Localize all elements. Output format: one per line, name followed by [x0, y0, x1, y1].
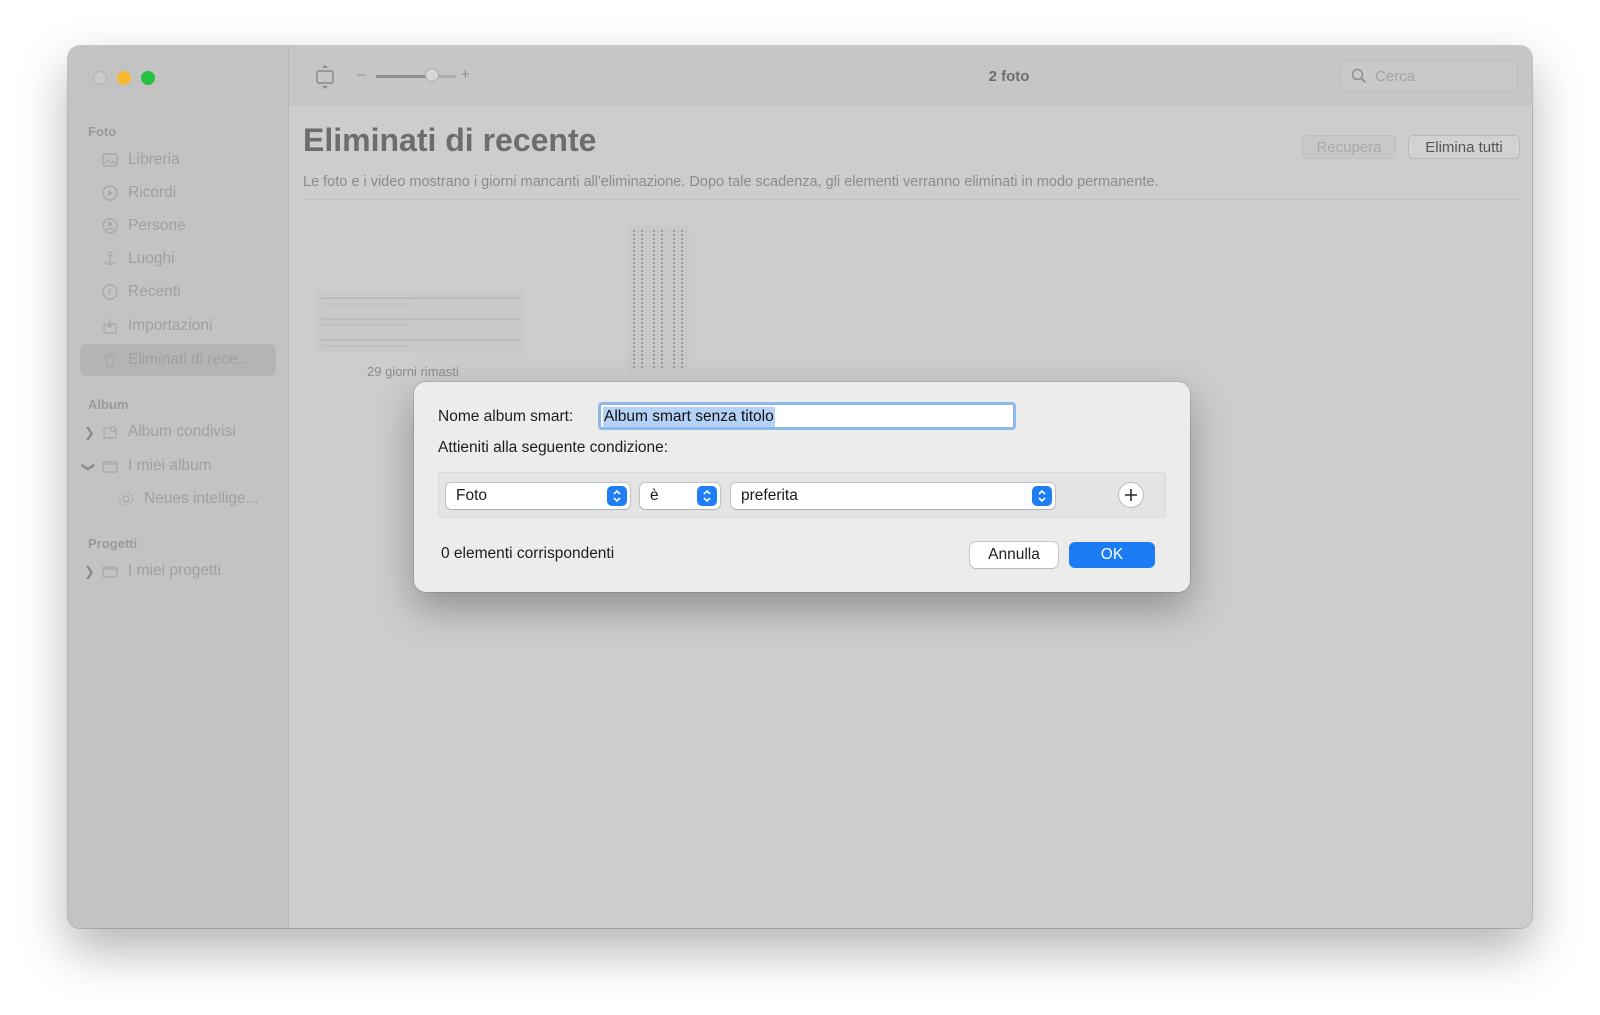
- import-icon: [100, 316, 120, 336]
- sidebar-item-album-condivisi[interactable]: Album condivisi: [80, 416, 276, 448]
- album-name-label: Nome album smart:: [438, 408, 574, 425]
- popup-arrows-icon: [697, 486, 717, 506]
- sidebar-item-label: Eliminati di rece...: [128, 351, 251, 368]
- sidebar-item-smart-album[interactable]: Neues intellige...: [80, 483, 276, 515]
- sidebar-item-label: Album condivisi: [128, 423, 236, 440]
- sidebar-item-label: Luoghi: [128, 250, 175, 267]
- rule-field-popup[interactable]: Foto: [446, 483, 630, 509]
- sidebar-item-i-miei-progetti[interactable]: I miei progetti: [80, 555, 276, 587]
- sidebar: Foto Libreria Ricordi Persone Luoghi Rec…: [68, 46, 289, 928]
- thumbnail-text-line: [321, 345, 411, 347]
- condition-label: Attieniti alla seguente condizione:: [438, 439, 669, 456]
- sidebar-section-progetti: Progetti: [88, 536, 138, 551]
- popup-arrows-icon: [1032, 486, 1052, 506]
- zoom-in-button[interactable]: +: [461, 66, 470, 83]
- minimize-window-button[interactable]: [117, 71, 131, 85]
- photo-thumbnail[interactable]: [627, 226, 689, 372]
- sidebar-item-label: I miei progetti: [128, 562, 222, 579]
- match-count-label: 0 elementi corrispondenti: [441, 545, 615, 562]
- page-description: Le foto e i video mostrano i giorni manc…: [303, 174, 1159, 190]
- maximize-window-button[interactable]: [141, 71, 155, 85]
- popup-arrows-icon: [607, 486, 627, 506]
- rule-row: Foto è preferita: [438, 472, 1166, 518]
- thumbnail-text-line: [681, 230, 684, 368]
- add-rule-button[interactable]: [1119, 483, 1143, 507]
- shared-album-icon: [100, 422, 120, 442]
- search-field[interactable]: Cerca: [1340, 60, 1518, 92]
- smart-album-dialog: Nome album smart: Album smart senza tito…: [414, 382, 1190, 592]
- photo-thumbnail[interactable]: [317, 291, 525, 353]
- thumbnail-text-line: [673, 230, 676, 368]
- rule-value-value: preferita: [741, 487, 798, 504]
- aspect-ratio-icon[interactable]: [315, 64, 335, 95]
- days-remaining-caption: 29 giorni rimasti: [367, 364, 459, 379]
- page-title: Eliminati di recente: [303, 122, 597, 158]
- search-icon: [1351, 68, 1367, 84]
- close-window-button[interactable]: [93, 71, 107, 85]
- ok-button[interactable]: OK: [1069, 542, 1155, 568]
- sidebar-item-label: Importazioni: [128, 317, 213, 334]
- rule-operator-popup[interactable]: è: [640, 483, 720, 509]
- photo-library-icon: [100, 150, 120, 170]
- zoom-slider[interactable]: [376, 75, 456, 78]
- sidebar-item-luoghi[interactable]: Luoghi: [80, 243, 276, 275]
- sidebar-item-label: Ricordi: [128, 184, 177, 201]
- zoom-out-button[interactable]: –: [357, 66, 365, 83]
- trash-icon: [100, 350, 120, 370]
- thumbnail-text-line: [321, 303, 411, 305]
- thumbnail-text-line: [321, 297, 521, 299]
- sidebar-item-importazioni[interactable]: Importazioni: [80, 310, 276, 342]
- sidebar-item-label: Recenti: [128, 283, 181, 300]
- cancel-button[interactable]: Annulla: [970, 542, 1058, 568]
- divider: [303, 199, 1520, 200]
- sidebar-item-eliminati[interactable]: Eliminati di rece...: [80, 344, 276, 376]
- places-icon: [100, 249, 120, 269]
- thumbnail-text-line: [321, 318, 521, 320]
- thumbnail-text-line: [321, 339, 521, 341]
- thumbnail-text-line: [321, 324, 411, 326]
- thumbnail-text-line: [661, 230, 664, 368]
- photo-count-title: 2 foto: [988, 68, 1030, 85]
- sidebar-item-label: Neues intellige...: [144, 490, 259, 507]
- sidebar-item-i-miei-album[interactable]: I miei album: [80, 450, 276, 482]
- rule-operator-value: è: [650, 487, 659, 504]
- sidebar-item-label: I miei album: [128, 457, 212, 474]
- rule-value-popup[interactable]: preferita: [731, 483, 1055, 509]
- gear-icon: [116, 489, 136, 509]
- sidebar-item-libreria[interactable]: Libreria: [80, 144, 276, 176]
- toolbar: – + 2 foto Cerca: [289, 46, 1532, 106]
- thumbnail-text-line: [641, 230, 644, 368]
- elimina-tutti-button[interactable]: Elimina tutti: [1408, 135, 1520, 159]
- sidebar-item-ricordi[interactable]: Ricordi: [80, 177, 276, 209]
- zoom-slider-fill: [376, 75, 432, 78]
- memories-icon: [100, 183, 120, 203]
- thumbnail-text-line: [633, 230, 636, 368]
- sidebar-item-label: Persone: [128, 217, 186, 234]
- sidebar-item-label: Libreria: [128, 151, 180, 168]
- recupera-button[interactable]: Recupera: [1302, 135, 1396, 159]
- search-placeholder: Cerca: [1375, 67, 1416, 85]
- zoom-slider-knob[interactable]: [425, 68, 439, 82]
- sidebar-item-recenti[interactable]: Recenti: [80, 276, 276, 308]
- album-name-value: Album smart senza titolo: [604, 408, 774, 425]
- folder-icon: [100, 456, 120, 476]
- plus-icon: [1125, 489, 1137, 501]
- sidebar-item-persone[interactable]: Persone: [80, 210, 276, 242]
- clock-icon: [100, 282, 120, 302]
- people-icon: [100, 216, 120, 236]
- folder-icon: [100, 561, 120, 581]
- sidebar-section-foto: Foto: [88, 124, 117, 139]
- rule-field-value: Foto: [456, 487, 488, 504]
- thumbnail-text-line: [653, 230, 656, 368]
- sidebar-section-album: Album: [88, 397, 129, 412]
